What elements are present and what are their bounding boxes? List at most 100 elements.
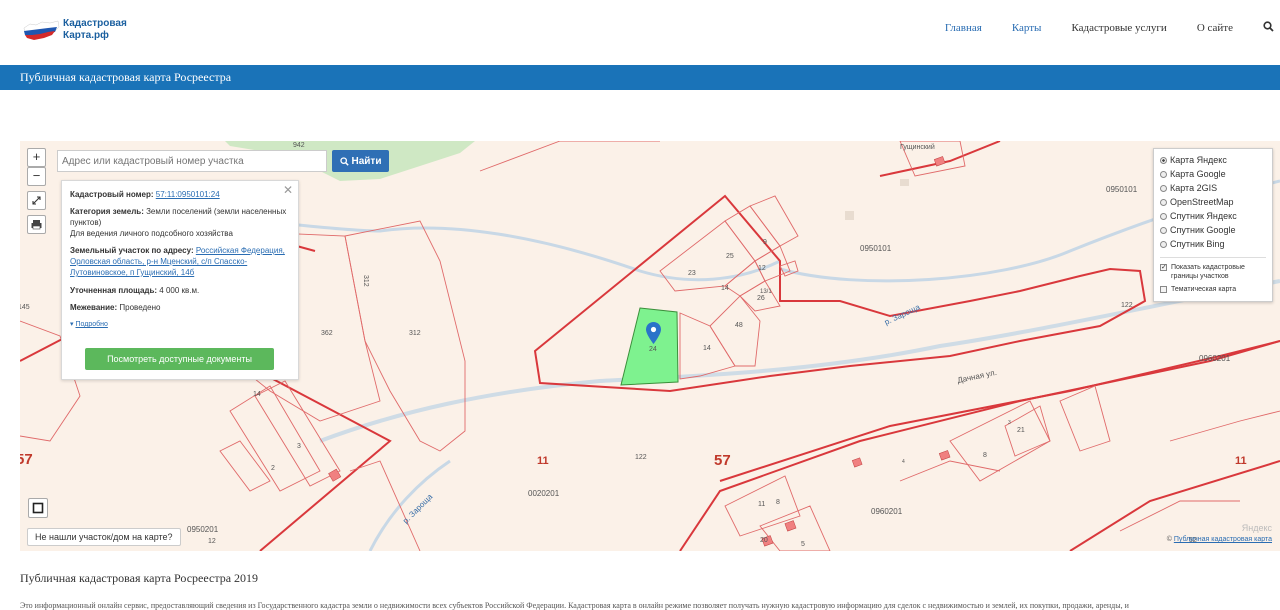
site-logo[interactable]: Кадастровая Карта.рф [22,18,127,42]
radio-icon[interactable] [1160,170,1167,178]
map-label: 2 [271,465,275,472]
area-label: Уточненная площадь: [70,286,158,295]
search-button-label: Найти [351,155,382,167]
fullscreen-button[interactable] [27,191,46,210]
layer-google-map[interactable]: Карта Google [1160,169,1226,179]
map-label: 14 [703,345,711,352]
cadnum-label: Кадастровый номер: [70,190,154,199]
show-cadastral-borders-toggle[interactable]: ✓ Показать кадастровые границы участков [1160,263,1245,281]
layer-google-satellite[interactable]: Спутник Google [1160,225,1235,235]
river-lower [368,459,451,551]
map-label: 362 [321,330,333,337]
cadnum-link[interactable]: 57:11:0950101:24 [156,190,220,199]
section-text: Это информационный онлайн сервис, предос… [20,601,1129,610]
layer-yandex-map[interactable]: Карта Яндекс [1160,155,1227,165]
map-label: 21 [1017,427,1025,434]
map-label: 14 [253,391,261,398]
map-label: Гущинский [900,143,935,151]
map-label: 23 [688,270,696,277]
map-label: 0020201 [528,489,560,498]
map-label: 0950201 [187,525,219,534]
map-credit: © Публичная кадастровая карта [1166,536,1272,543]
select-area-button[interactable] [28,498,48,518]
map-label: 11 [758,501,765,508]
expand-icon [32,196,41,205]
map-label: 48 [735,322,743,329]
map-label: 312 [362,275,369,287]
layers-divider [1160,257,1266,258]
caret-down-icon: ▾ [70,321,74,328]
nav-home[interactable]: Главная [945,22,982,34]
map-label: 26 [757,295,765,302]
map-label: 14 [721,285,729,292]
map-label: 57 [714,452,731,469]
checkbox-icon[interactable] [1160,286,1167,293]
map-label: 3 [1008,420,1011,426]
map-label: 0960201 [871,507,903,516]
parcel-info-popup: ✕ Кадастровый номер: 57:11:0950101:24 Ка… [61,180,299,380]
map-label: 11 [537,455,549,467]
main-nav: Главная Карты Кадастровые услуги О сайте [945,20,1280,35]
layer-bing-satellite[interactable]: Спутник Bing [1160,239,1224,249]
search-icon[interactable] [1263,20,1274,35]
radio-icon[interactable] [1160,184,1167,192]
layer-yandex-satellite[interactable]: Спутник Яндекс [1160,211,1237,221]
russia-map-logo-icon [22,19,60,41]
radio-icon[interactable] [1160,198,1167,206]
details-label: Подробно [75,321,108,328]
map-label: 13/1 [760,289,772,295]
nav-cadastral-services[interactable]: Кадастровые услуги [1071,22,1166,34]
thematic-map-toggle[interactable]: Тематическая карта [1160,285,1236,294]
checkbox-checked-icon[interactable]: ✓ [1160,264,1167,271]
map-label: 3 [297,443,301,450]
search-button[interactable]: Найти [332,150,389,172]
map-label: 8 [983,452,987,459]
details-toggle[interactable]: ▾ Подробно [70,320,108,328]
address-label: Земельный участок по адресу: [70,246,194,255]
map-label: 312 [409,330,421,337]
radio-icon[interactable] [1160,212,1167,220]
map-label: 8 [776,499,780,506]
map-label: 5 [801,541,805,548]
logo-line-2: Карта.рф [63,30,109,41]
zoom-in-button[interactable]: + [27,148,46,167]
radio-icon[interactable] [1160,156,1167,164]
map-label: 12 [208,538,216,545]
layer-2gis-map[interactable]: Карта 2GIS [1160,183,1217,193]
map-label: 942 [293,142,305,149]
section-title: Публичная кадастровая карта Росреестра 2… [20,571,259,585]
map-label: 4 [902,459,905,465]
logo-line-1: Кадастровая [63,18,127,29]
map-label: 9 [763,239,767,246]
frame-icon [32,502,44,514]
view-documents-button[interactable]: Посмотреть доступные документы [85,348,274,370]
map-label: 0950101 [860,244,892,253]
survey-value: Проведено [119,303,161,312]
map-label: 20 [760,537,768,544]
nav-maps[interactable]: Карты [1012,22,1042,34]
credit-link[interactable]: Публичная кадастровая карта [1174,536,1272,543]
page-banner: Публичная кадастровая карта Росреестра [0,65,1280,90]
map-label: 11 [1235,455,1247,467]
zoom-out-button[interactable]: − [27,167,46,186]
map-label: 25 [726,253,734,260]
area-value: 4 000 кв.м. [159,286,200,295]
survey-label: Межевание: [70,303,118,312]
map-label: Дачная ул. [957,368,998,385]
map-label: р. Зароща [883,302,922,326]
cadastral-map[interactable]: 942 312 362 312 145 14 3 2 122 12 23 25 … [20,141,1280,551]
layer-openstreetmap[interactable]: OpenStreetMap [1160,197,1234,207]
nav-about[interactable]: О сайте [1197,22,1233,34]
print-icon [31,220,42,230]
map-label: 12 [758,265,766,272]
radio-icon[interactable] [1160,240,1167,248]
site-header: Кадастровая Карта.рф Главная Карты Кадас… [0,0,1280,62]
yandex-watermark: Яндекс [1241,523,1272,533]
radio-icon[interactable] [1160,226,1167,234]
location-pin-icon[interactable] [646,322,661,344]
search-icon [339,156,349,166]
search-input[interactable] [57,150,327,172]
map-label: 0950101 [1106,185,1138,194]
print-button[interactable] [27,215,46,234]
not-found-button[interactable]: Не нашли участок/дом на карте? [27,528,181,546]
